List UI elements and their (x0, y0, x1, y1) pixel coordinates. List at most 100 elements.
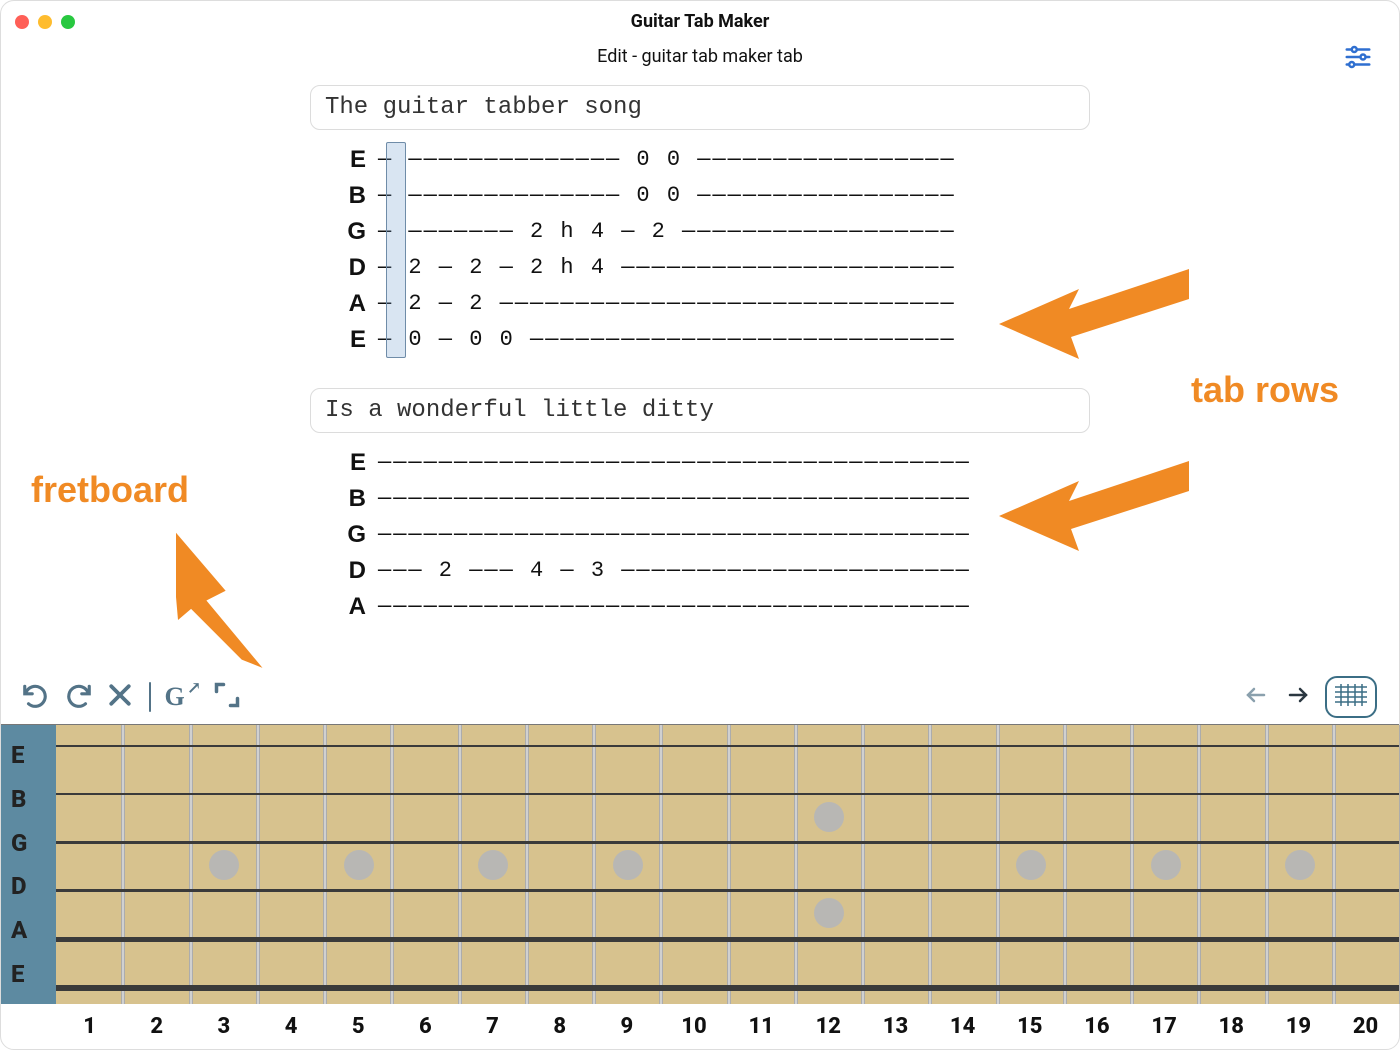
fret-marker (814, 802, 844, 832)
minimize-window-button[interactable] (38, 15, 52, 29)
arrow-icon (999, 461, 1189, 551)
tab-block[interactable]: E— —————————————— 0 0 —————————————————B… (340, 142, 1090, 358)
string-label: B (340, 178, 368, 214)
fretboard-string[interactable] (56, 889, 1399, 892)
fret-number: 18 (1198, 1014, 1265, 1039)
string-label: A (340, 286, 368, 322)
fret-number: 7 (459, 1014, 526, 1039)
page-subtitle: Edit - guitar tab maker tab (597, 46, 803, 67)
fret-wire (794, 725, 798, 1004)
fret-marker (613, 850, 643, 880)
fret-number: 1 (56, 1014, 123, 1039)
nut-string-label: G (1, 829, 56, 857)
prev-button[interactable] (1241, 683, 1271, 711)
maximize-window-button[interactable] (61, 15, 75, 29)
fret-wire (928, 725, 932, 1004)
tab-row[interactable]: A — 2 — 2 —————————————————————————————— (340, 286, 1090, 322)
annotation-label: fretboard (31, 469, 189, 510)
tab-content[interactable]: — —————————————— 0 0 ————————————————— (378, 142, 956, 178)
undo-button[interactable] (19, 678, 53, 716)
annotation-label: tab rows (1191, 369, 1339, 410)
edit-tools: G↗ (19, 678, 243, 716)
fret-wire (525, 725, 529, 1004)
tab-content[interactable]: ——————————————————————————————————————— (378, 517, 971, 553)
next-button[interactable] (1283, 683, 1313, 711)
fret-number: 3 (190, 1014, 257, 1039)
fret-marker (1016, 850, 1046, 880)
string-label: G (340, 517, 368, 553)
fret-number: 15 (996, 1014, 1063, 1039)
fret-number: 4 (257, 1014, 324, 1039)
tab-content[interactable]: — 0 — 0 0 ———————————————————————————— (378, 322, 956, 358)
string-label: D (340, 250, 368, 286)
chord-button[interactable]: G↗ (163, 680, 187, 714)
fretboard-string[interactable] (56, 841, 1399, 844)
tab-row[interactable]: G ——————————————————————————————————————— (340, 517, 1090, 553)
fretboard-grid[interactable] (56, 725, 1399, 1004)
tab-row[interactable]: B — —————————————— 0 0 ————————————————— (340, 178, 1090, 214)
tab-row[interactable]: B——————————————————————————————————————— (340, 481, 1090, 517)
fret-number: 6 (392, 1014, 459, 1039)
lyric-input[interactable] (310, 85, 1090, 130)
tab-row[interactable]: E— 0 — 0 0 ———————————————————————————— (340, 322, 1090, 358)
fret-number: 11 (728, 1014, 795, 1039)
tab-content[interactable]: — 2 — 2 —————————————————————————————— (378, 286, 956, 322)
fretboard-string[interactable] (56, 745, 1399, 747)
tab-row[interactable]: D ——— 2 ——— 4 — 3 ——————————————————————— (340, 553, 1090, 589)
string-label: D (340, 553, 368, 589)
fret-number: 10 (660, 1014, 727, 1039)
tab-content[interactable]: ——————————————————————————————————————— (378, 445, 971, 481)
fullscreen-button[interactable] (211, 679, 243, 715)
fret-wire (1332, 725, 1336, 1004)
fret-marker (1285, 850, 1315, 880)
tab-row[interactable]: E— —————————————— 0 0 ————————————————— (340, 142, 1090, 178)
fret-numbers: 1234567891011121314151617181920 (1, 1004, 1399, 1049)
lyric-input[interactable] (310, 388, 1090, 433)
bottom-toolbar: G↗ (1, 672, 1399, 724)
fret-marker (814, 898, 844, 928)
fretboard-string[interactable] (56, 793, 1399, 795)
tab-row[interactable]: E ——————————————————————————————————————— (340, 445, 1090, 481)
fret-wire (390, 725, 394, 1004)
tab-content[interactable]: — ——————— 2 h 4 — 2 —————————————————— (378, 214, 956, 250)
nut-string-label: E (1, 741, 56, 769)
annotation-fretboard: fretboard (31, 469, 189, 511)
fretboard-string[interactable] (56, 985, 1399, 991)
tab-content[interactable]: ——————————————————————————————————————— (378, 481, 971, 517)
fret-wire (458, 725, 462, 1004)
tab-section[interactable]: E ———————————————————————————————————————… (310, 382, 1090, 649)
tab-row[interactable]: A——————————————————————————————————————— (340, 589, 1090, 625)
separator (149, 682, 151, 712)
editor-area: E— —————————————— 0 0 —————————————————B… (1, 79, 1399, 672)
redo-button[interactable] (61, 678, 95, 716)
fret-number: 16 (1063, 1014, 1130, 1039)
tab-section[interactable]: E— —————————————— 0 0 —————————————————B… (310, 79, 1090, 382)
tab-content[interactable]: ——————————————————————————————————————— (378, 589, 971, 625)
fret-marker (344, 850, 374, 880)
tab-content[interactable]: — —————————————— 0 0 ————————————————— (378, 178, 956, 214)
tab-row[interactable]: D — 2 — 2 — 2 h 4 —————————————————————— (340, 250, 1090, 286)
fret-number: 9 (593, 1014, 660, 1039)
arrow-icon (176, 519, 316, 669)
title-bar: Guitar Tab Maker (1, 1, 1399, 42)
fretboard[interactable]: EBGDAE (1, 724, 1399, 1004)
fret-wire (189, 725, 193, 1004)
settings-button[interactable] (1343, 42, 1373, 72)
fretboard-string[interactable] (56, 937, 1399, 942)
fret-number: 20 (1332, 1014, 1399, 1039)
tab-content[interactable]: ——— 2 ——— 4 — 3 ——————————————————————— (378, 553, 971, 589)
close-window-button[interactable] (15, 15, 29, 29)
sliders-icon (1343, 42, 1373, 72)
tab-row[interactable]: G— ——————— 2 h 4 — 2 —————————————————— (340, 214, 1090, 250)
string-label: E (340, 445, 368, 481)
nav-tools (1241, 676, 1377, 718)
tab-block[interactable]: E ———————————————————————————————————————… (340, 445, 1090, 625)
fret-wire (323, 725, 327, 1004)
fretboard-toggle[interactable] (1325, 676, 1377, 718)
delete-button[interactable] (103, 678, 137, 716)
fret-wire (861, 725, 865, 1004)
fret-marker (209, 850, 239, 880)
arrow-icon (999, 269, 1189, 359)
nut-string-label: E (1, 960, 56, 988)
tab-content[interactable]: — 2 — 2 — 2 h 4 —————————————————————— (378, 250, 956, 286)
